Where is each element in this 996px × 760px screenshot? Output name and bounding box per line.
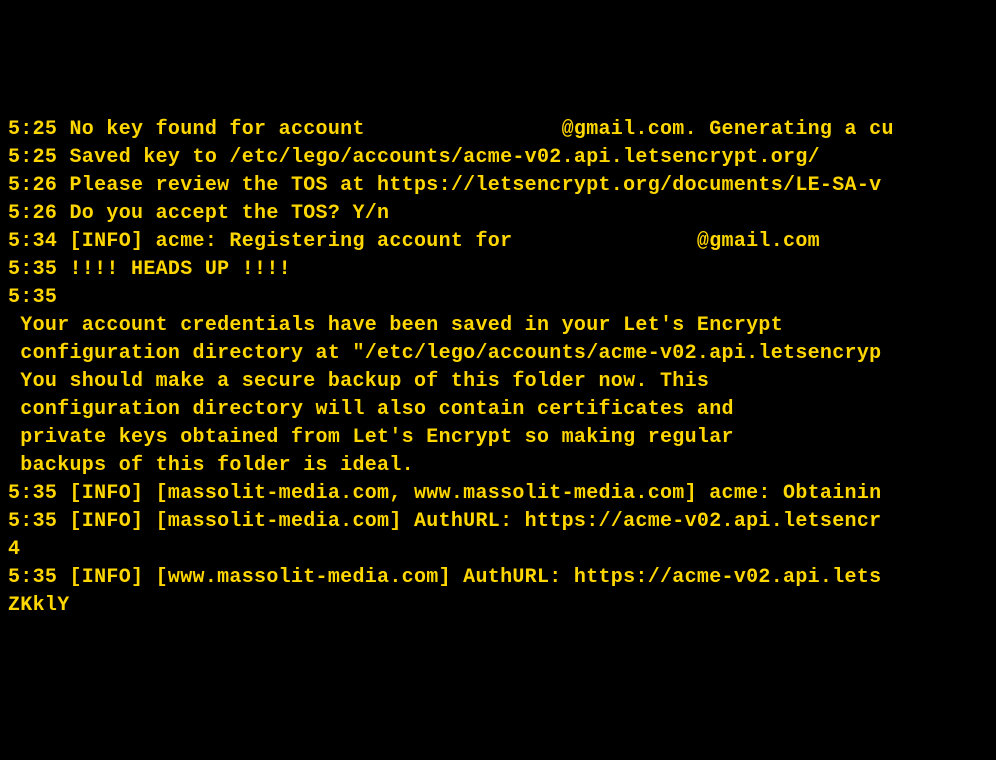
- log-line: 5:34 [INFO] acme: Registering account fo…: [8, 228, 988, 256]
- log-line: private keys obtained from Let's Encrypt…: [8, 424, 988, 452]
- log-line: 5:26 Please review the TOS at https://le…: [8, 172, 988, 200]
- log-line: 5:25 No key found for account @gmail.com…: [8, 116, 988, 144]
- log-line: 5:35: [8, 284, 988, 312]
- log-line: configuration directory at "/etc/lego/ac…: [8, 340, 988, 368]
- log-line: 5:26 Do you accept the TOS? Y/n: [8, 200, 988, 228]
- log-line: 5:35 [INFO] [www.massolit-media.com] Aut…: [8, 564, 988, 592]
- log-line: backups of this folder is ideal.: [8, 452, 988, 480]
- log-line: 5:25 Saved key to /etc/lego/accounts/acm…: [8, 144, 988, 172]
- log-line: 5:35 [INFO] [massolit-media.com] AuthURL…: [8, 508, 988, 536]
- terminal-output: 5:25 No key found for account @gmail.com…: [8, 116, 988, 620]
- log-line: You should make a secure backup of this …: [8, 368, 988, 396]
- log-line: 5:35 [INFO] [massolit-media.com, www.mas…: [8, 480, 988, 508]
- log-line: 4: [8, 536, 988, 564]
- log-line: Your account credentials have been saved…: [8, 312, 988, 340]
- log-line: ZKklY: [8, 592, 988, 620]
- log-line: configuration directory will also contai…: [8, 396, 988, 424]
- log-line: 5:35 !!!! HEADS UP !!!!: [8, 256, 988, 284]
